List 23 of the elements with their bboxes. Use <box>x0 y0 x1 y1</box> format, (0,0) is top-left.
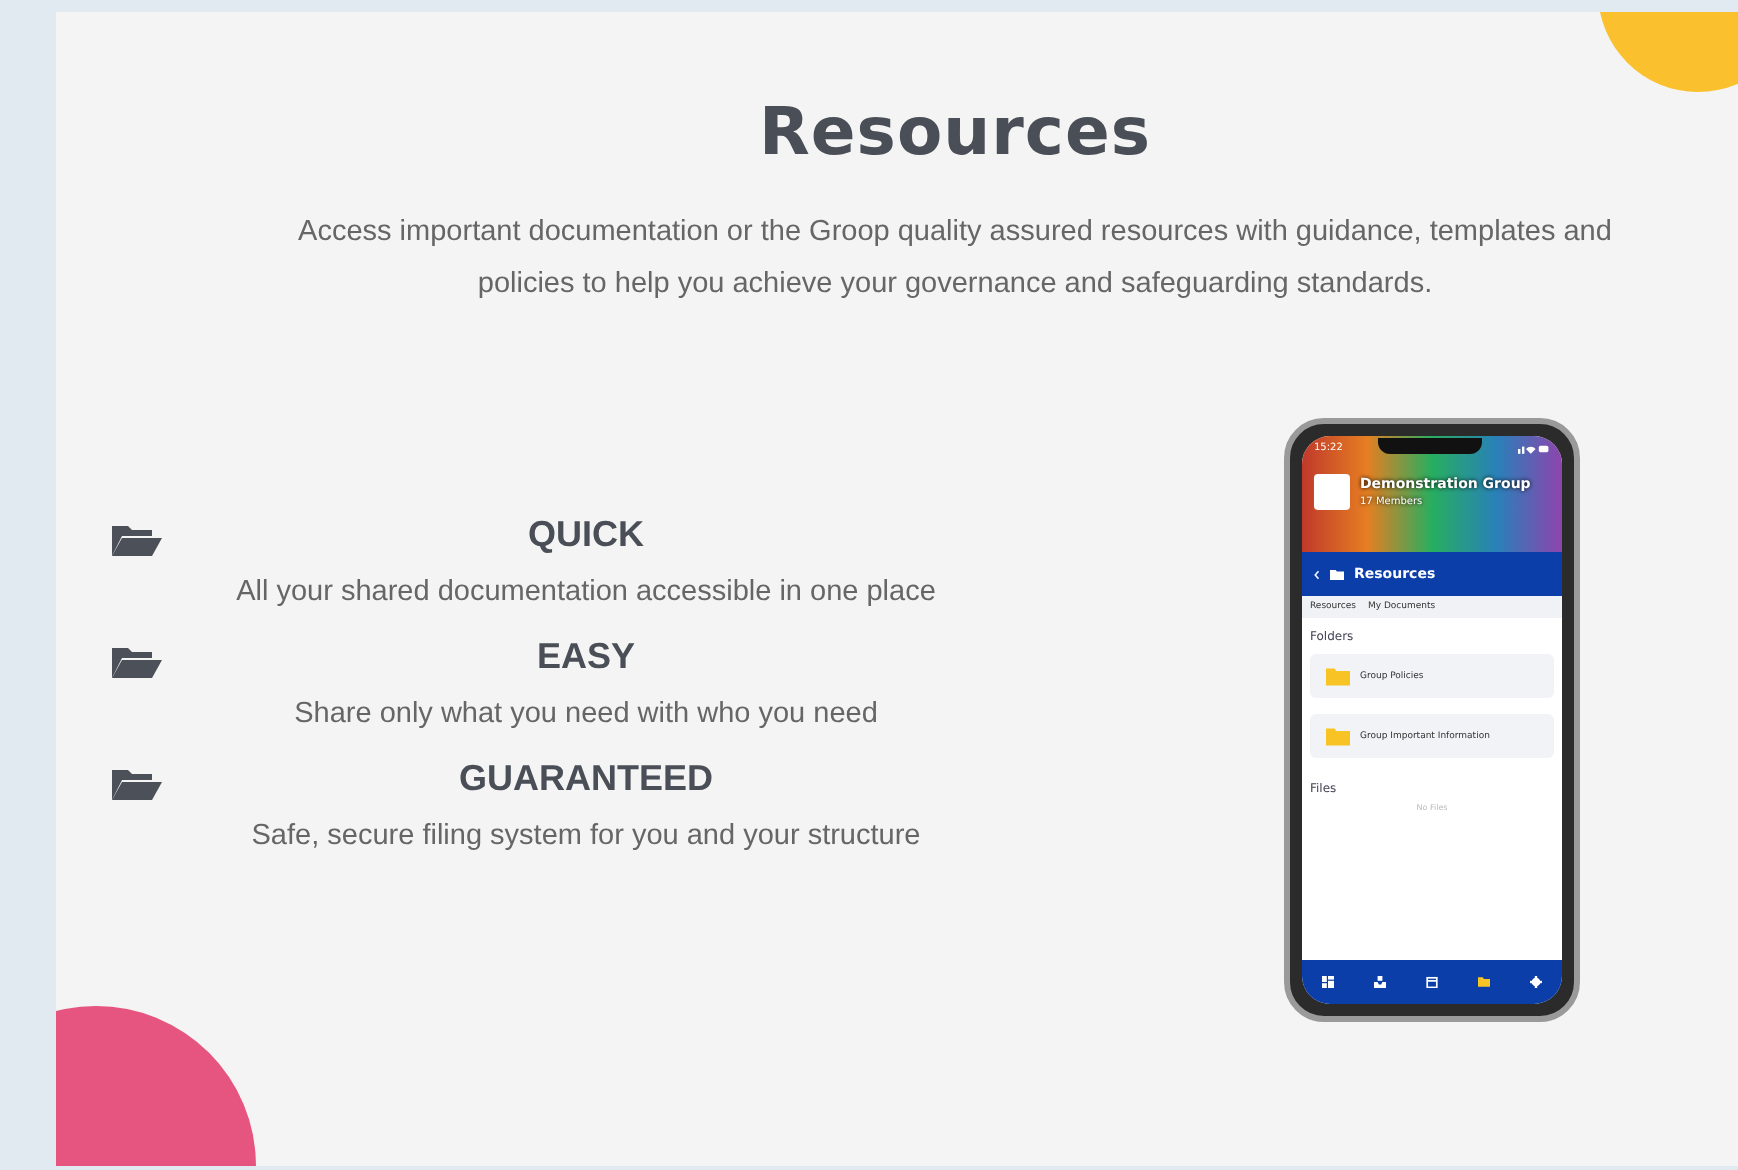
feature-description: All your shared documentation accessible in one place <box>234 576 938 608</box>
calendar-icon[interactable] <box>1426 976 1438 988</box>
feature-description: Share only what you need with who you need <box>292 698 880 730</box>
folder-icon <box>110 644 162 680</box>
folder-icon[interactable] <box>1478 976 1490 988</box>
settings-icon[interactable] <box>1530 976 1542 988</box>
folder-icon <box>1326 667 1350 685</box>
feature-heading: GUARANTEED <box>456 758 715 800</box>
folder-icon <box>1326 727 1350 745</box>
page-title: Resources <box>757 92 1153 170</box>
feature-heading: QUICK <box>526 514 646 556</box>
grid-icon[interactable] <box>1322 976 1334 988</box>
status-icons <box>1517 443 1550 453</box>
back-icon[interactable] <box>1314 569 1320 579</box>
feature-description: Safe, secure filing system for you and your structure <box>249 820 923 852</box>
tray-icon[interactable] <box>1374 976 1386 988</box>
page-description: Access important documentation or the Groop quality assured resources with guidance, templates and policies to help you achieve your governance and safeguarding standards. <box>296 214 1614 304</box>
folder-icon <box>1330 569 1344 579</box>
phone-notch <box>1378 437 1483 453</box>
folder-icon <box>110 766 162 802</box>
feature-heading: EASY <box>534 636 638 678</box>
folder-icon <box>110 522 162 558</box>
group-logo <box>1314 474 1350 510</box>
